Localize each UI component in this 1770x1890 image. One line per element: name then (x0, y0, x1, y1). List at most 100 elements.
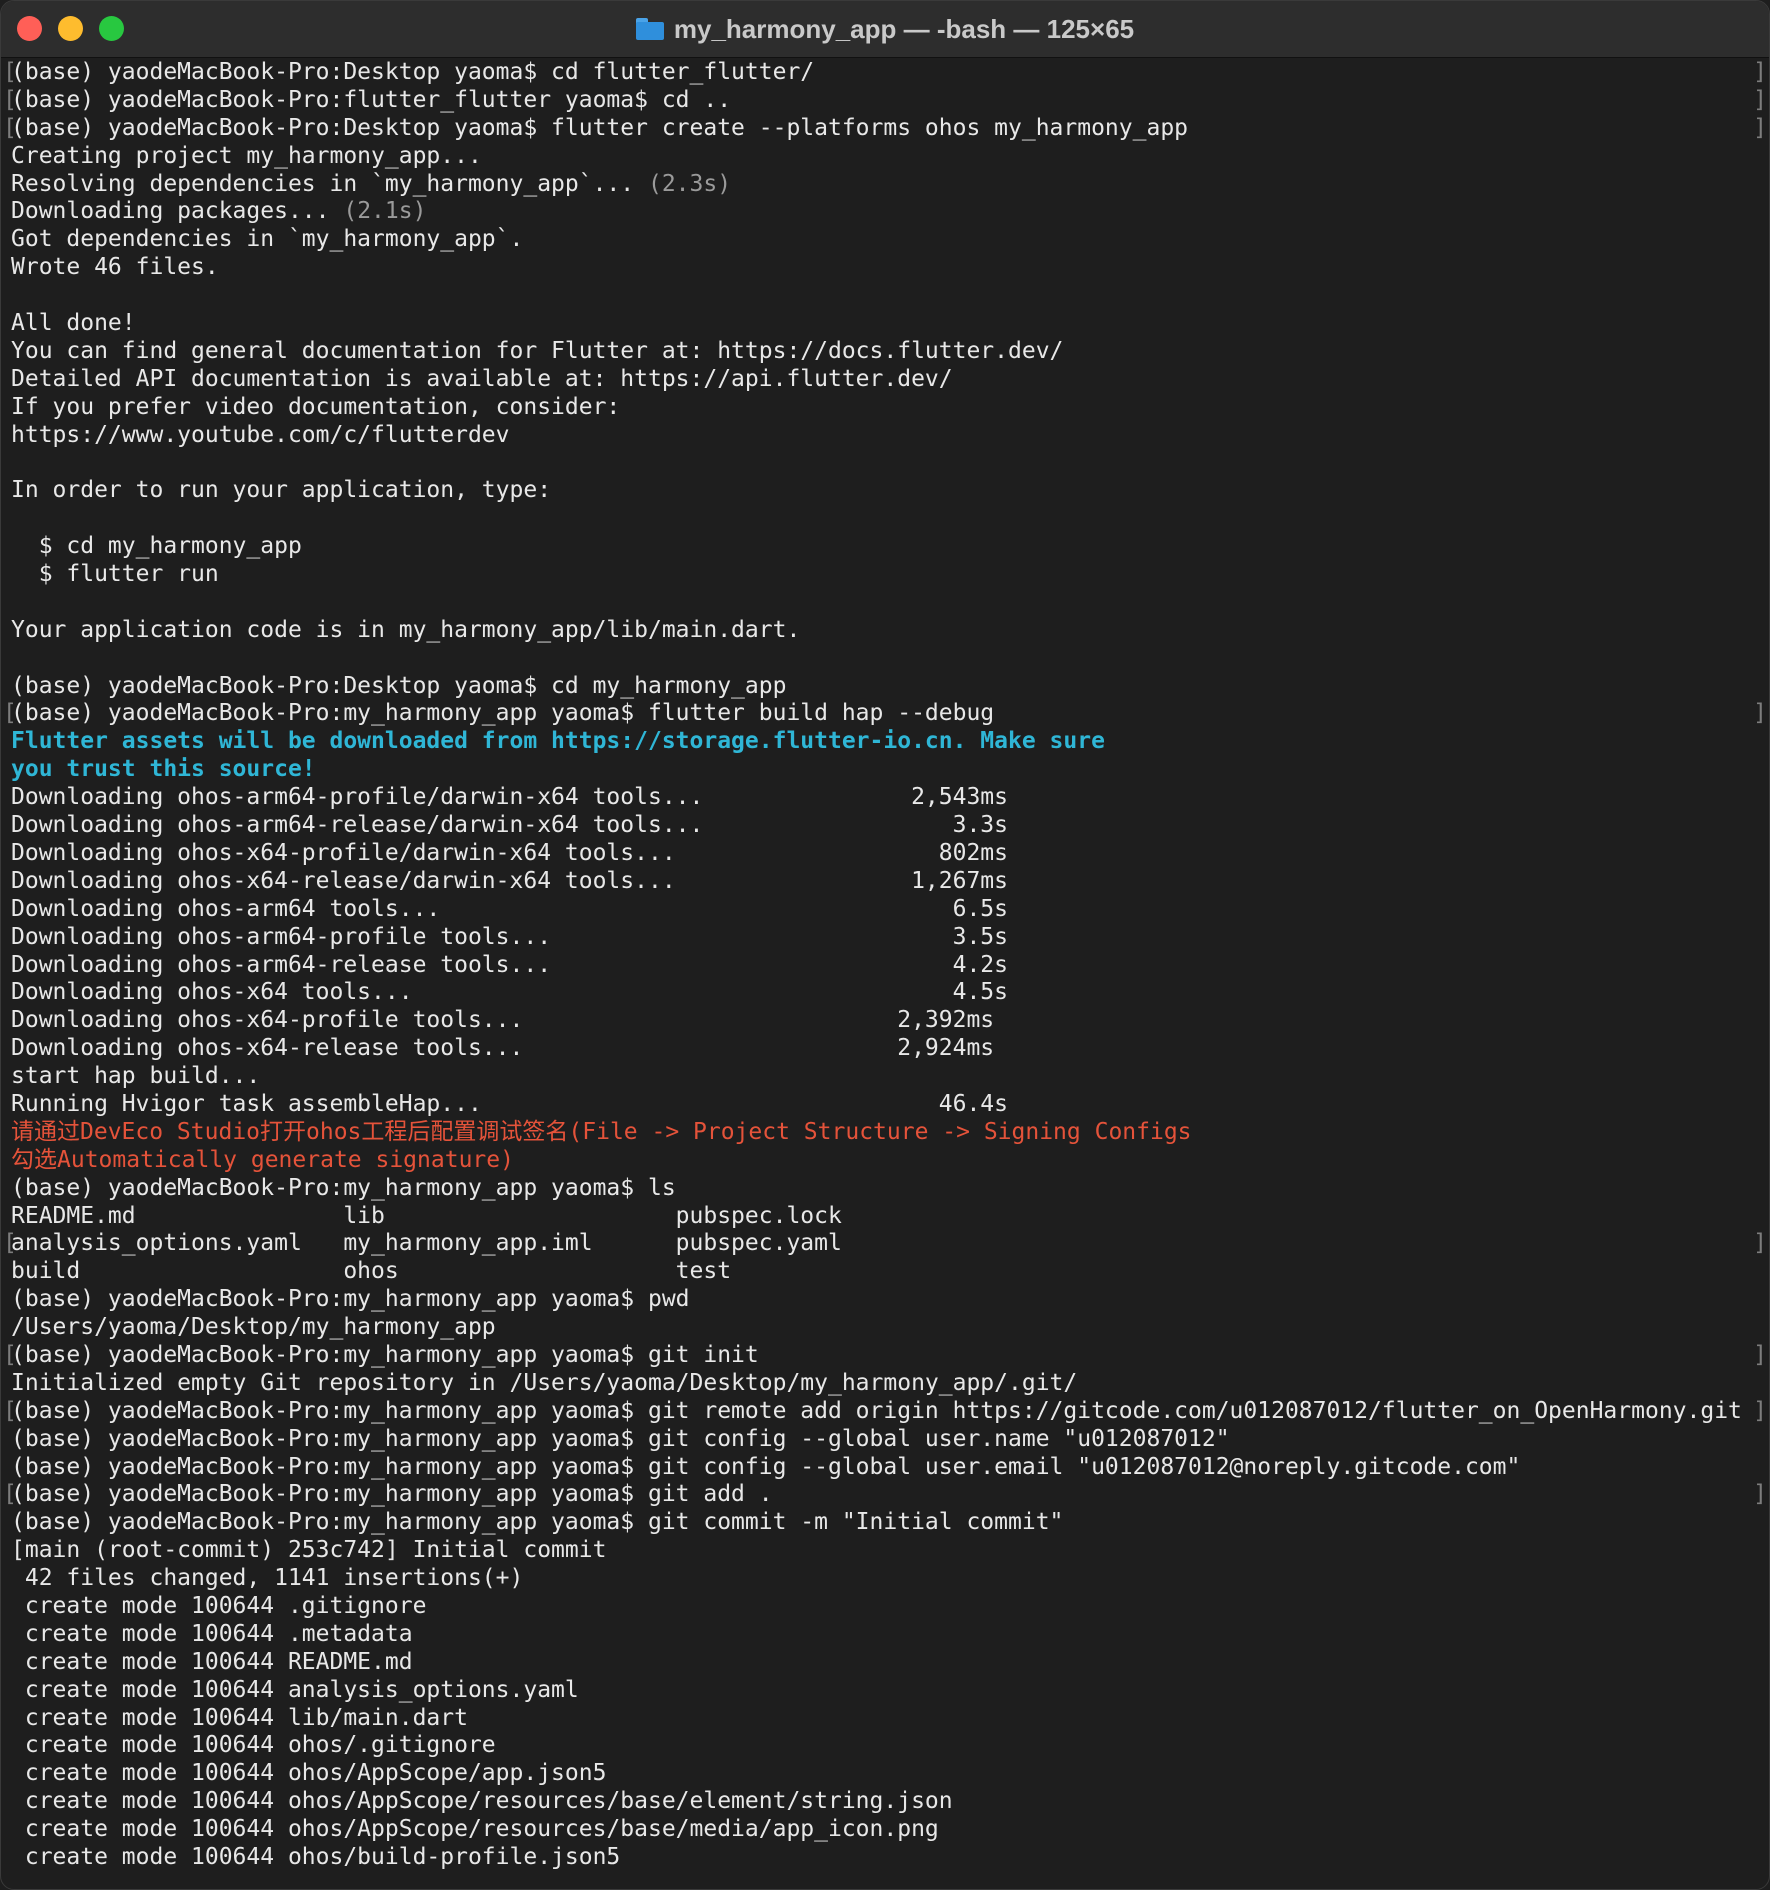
mark-indicator: ] (1753, 1230, 1767, 1257)
terminal-line-text: start hap build... (11, 1063, 261, 1090)
terminal-line: (base) yaodeMacBook-Pro:my_harmony_app y… (11, 1175, 1759, 1203)
terminal-line-text: (base) yaodeMacBook-Pro:my_harmony_app y… (11, 1341, 759, 1368)
terminal-line: start hap build... (11, 1063, 1759, 1091)
terminal-line: (base) yaodeMacBook-Pro:my_harmony_app y… (11, 1454, 1759, 1482)
mark-indicator: ] (1753, 59, 1767, 85)
terminal-line: Downloading ohos-x64-release/darwin-x64 … (11, 868, 1759, 896)
terminal-line-text: Got dependencies in `my_harmony_app`. (11, 226, 524, 253)
terminal-line-text: (base) yaodeMacBook-Pro:my_harmony_app y… (11, 1509, 1064, 1536)
terminal-line-text: (base) yaodeMacBook-Pro:my_harmony_app y… (11, 1174, 676, 1201)
terminal-line-text: Downloading ohos-x64-profile/darwin-x64 … (11, 839, 1008, 866)
terminal-line-text: https://www.youtube.com/c/flutterdev (11, 421, 510, 448)
terminal-line: Downloading packages... (2.1s) (11, 198, 1759, 226)
title-bar[interactable]: my_harmony_app — -bash — 125×65 (1, 1, 1769, 58)
folder-icon (635, 18, 664, 40)
terminal-line: Creating project my_harmony_app... (11, 143, 1759, 171)
terminal-line-text: [main (root-commit) 253c742] Initial com… (11, 1537, 607, 1564)
terminal-line: you trust this source! (11, 756, 1759, 784)
terminal-line: $ flutter run (11, 561, 1759, 589)
terminal-line-text: (base) yaodeMacBook-Pro:my_harmony_app y… (11, 1286, 690, 1313)
terminal-line-text: /Users/yaoma/Desktop/my_harmony_app (11, 1314, 496, 1341)
terminal-line-text: Detailed API documentation is available … (11, 365, 953, 392)
timing-suffix: (2.1s) (329, 198, 427, 225)
zoom-button[interactable] (99, 16, 124, 41)
terminal-line-text: Downloading packages... (11, 198, 330, 225)
terminal-line: Downloading ohos-x64-release tools... 2,… (11, 1035, 1759, 1063)
terminal-output[interactable]: [] (base) yaodeMacBook-Pro:Desktop yaoma$… (1, 59, 1769, 1889)
terminal-line-text: create mode 100644 .metadata (11, 1620, 413, 1647)
terminal-line-text: 请通过DevEco Studio打开ohos工程后配置调试签名(File -> … (11, 1118, 1192, 1145)
terminal-line-text: (base) yaodeMacBook-Pro:Desktop yaoma$ f… (11, 114, 1189, 141)
terminal-line: build ohos test (11, 1258, 1759, 1286)
terminal-line: Detailed API documentation is available … (11, 366, 1759, 394)
terminal-line-text: Downloading ohos-x64-release/darwin-x64 … (11, 867, 1008, 894)
terminal-line: You can find general documentation for F… (11, 338, 1759, 366)
window-controls (17, 16, 124, 41)
terminal-line-text: create mode 100644 ohos/build-profile.js… (11, 1844, 621, 1870)
terminal-line: create mode 100644 ohos/.gitignore (11, 1732, 1759, 1760)
terminal-line-text: Running Hvigor task assembleHap... 46.4s (11, 1090, 1008, 1117)
minimize-button[interactable] (58, 16, 83, 41)
mark-indicator: [ (3, 1341, 17, 1368)
terminal-line: Downloading ohos-x64-profile tools... 2,… (11, 1007, 1759, 1035)
mark-indicator: [ (3, 59, 17, 85)
mark-indicator: [ (3, 86, 17, 113)
terminal-line: [] (base) yaodeMacBook-Pro:Desktop yaoma$… (3, 59, 1767, 87)
terminal-line: https://www.youtube.com/c/flutterdev (11, 422, 1759, 450)
terminal-line: [] (base) yaodeMacBook-Pro:my_harmony_app… (3, 700, 1767, 728)
terminal-line: (base) yaodeMacBook-Pro:my_harmony_app y… (11, 1426, 1759, 1454)
timing-suffix: (2.3s) (634, 170, 732, 197)
terminal-line-text: (base) yaodeMacBook-Pro:my_harmony_app y… (11, 1453, 1521, 1480)
mark-indicator: [ (3, 700, 17, 727)
terminal-line: (base) yaodeMacBook-Pro:Desktop yaoma$ c… (11, 673, 1759, 701)
terminal-line-text: Downloading ohos-x64-release tools... 2,… (11, 1035, 995, 1062)
terminal-line: create mode 100644 lib/main.dart (11, 1705, 1759, 1733)
terminal-line: Your application code is in my_harmony_a… (11, 617, 1759, 645)
close-button[interactable] (17, 16, 42, 41)
terminal-line-text: $ cd my_harmony_app (11, 533, 302, 560)
terminal-line-text: Downloading ohos-arm64-release tools... … (11, 951, 1008, 978)
terminal-line-text: Flutter assets will be downloaded from h… (11, 728, 1105, 755)
terminal-line-text: (base) yaodeMacBook-Pro:my_harmony_app y… (11, 700, 995, 727)
terminal-line-text: (base) yaodeMacBook-Pro:my_harmony_app y… (11, 1425, 1230, 1452)
terminal-line-text: Creating project my_harmony_app... (11, 142, 482, 169)
terminal-line: create mode 100644 ohos/AppScope/resourc… (11, 1788, 1759, 1816)
terminal-line-text: create mode 100644 ohos/AppScope/app.jso… (11, 1760, 607, 1787)
mark-indicator: [ (3, 1230, 17, 1257)
terminal-line-text: create mode 100644 ohos/.gitignore (11, 1732, 496, 1759)
terminal-line: $ cd my_harmony_app (11, 533, 1759, 561)
terminal-line-text: (base) yaodeMacBook-Pro:Desktop yaoma$ c… (11, 672, 787, 699)
terminal-line: README.md lib pubspec.lock (11, 1203, 1759, 1231)
terminal-line-text: (base) yaodeMacBook-Pro:my_harmony_app y… (11, 1481, 773, 1508)
terminal-line: If you prefer video documentation, consi… (11, 394, 1759, 422)
terminal-line-text: You can find general documentation for F… (11, 337, 1064, 364)
terminal-line-text: Downloading ohos-x64 tools... 4.5s (11, 979, 1008, 1006)
terminal-line: Downloading ohos-x64 tools... 4.5s (11, 979, 1759, 1007)
terminal-line: create mode 100644 ohos/AppScope/app.jso… (11, 1760, 1759, 1788)
terminal-line-text: Downloading ohos-arm64-release/darwin-x6… (11, 812, 1008, 839)
terminal-line: Downloading ohos-arm64-release/darwin-x6… (11, 812, 1759, 840)
terminal-line: [] analysis_options.yaml my_harmony_app.i… (3, 1230, 1767, 1258)
terminal-line-text: (base) yaodeMacBook-Pro:my_harmony_app y… (11, 1397, 1742, 1424)
terminal-line-text: analysis_options.yaml my_harmony_app.iml… (11, 1230, 842, 1257)
window-title: my_harmony_app — -bash — 125×65 (673, 13, 1135, 44)
mark-indicator: ] (1753, 1481, 1767, 1508)
terminal-line: In order to run your application, type: (11, 477, 1759, 505)
terminal-line: [] (base) yaodeMacBook-Pro:my_harmony_app… (3, 1341, 1767, 1370)
terminal-line-text: Resolving dependencies in `my_harmony_ap… (11, 170, 635, 197)
terminal-line-text: README.md lib pubspec.lock (11, 1202, 842, 1229)
terminal-line: [] (base) yaodeMacBook-Pro:Desktop yaoma$… (3, 114, 1767, 143)
terminal-line: create mode 100644 analysis_options.yaml (11, 1677, 1759, 1705)
terminal-line-text: Downloading ohos-arm64 tools... 6.5s (11, 895, 1008, 922)
terminal-line-text: Downloading ohos-x64-profile tools... 2,… (11, 1007, 995, 1034)
terminal-line-text: create mode 100644 README.md (11, 1648, 413, 1675)
terminal-line-text: create mode 100644 .gitignore (11, 1592, 427, 1619)
terminal-line-text: 勾选Automatically generate signature) (11, 1146, 514, 1173)
mark-indicator: ] (1753, 114, 1767, 141)
terminal-line-text: Wrote 46 files. (11, 254, 219, 281)
terminal-line: Downloading ohos-arm64-profile tools... … (11, 924, 1759, 952)
terminal-line: (base) yaodeMacBook-Pro:my_harmony_app y… (11, 1286, 1759, 1314)
